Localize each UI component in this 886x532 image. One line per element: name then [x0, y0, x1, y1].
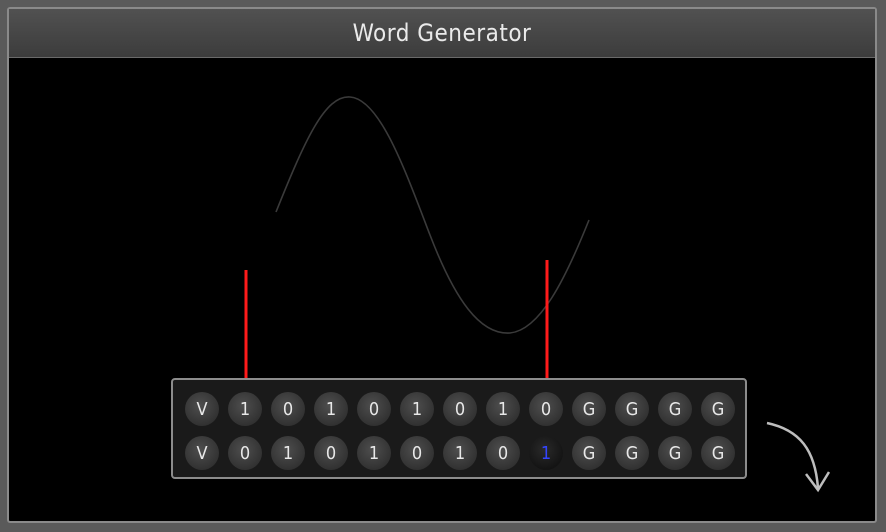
pin-top-11[interactable]: G — [658, 392, 692, 426]
pin-top-4[interactable]: 0 — [357, 392, 391, 426]
pin-bottom-10[interactable]: G — [615, 436, 649, 470]
pin-panel: V10101010GGGG V01010101GGGG — [171, 378, 747, 479]
pin-bottom-3[interactable]: 0 — [314, 436, 348, 470]
pin-bottom-5[interactable]: 0 — [400, 436, 434, 470]
pin-bottom-12[interactable]: G — [701, 436, 735, 470]
pin-bottom-11[interactable]: G — [658, 436, 692, 470]
pin-bottom-8[interactable]: 1 — [529, 436, 563, 470]
pointer-arrow-left — [240, 270, 252, 392]
pin-top-8[interactable]: 0 — [529, 392, 563, 426]
pin-top-7[interactable]: 1 — [486, 392, 520, 426]
sine-wave — [275, 96, 590, 334]
pin-bottom-7[interactable]: 0 — [486, 436, 520, 470]
pin-bottom-9[interactable]: G — [572, 436, 606, 470]
pin-top-3[interactable]: 1 — [314, 392, 348, 426]
pin-bottom-2[interactable]: 1 — [271, 436, 305, 470]
pin-bottom-0[interactable]: V — [185, 436, 219, 470]
pin-bottom-4[interactable]: 1 — [357, 436, 391, 470]
pin-top-5[interactable]: 1 — [400, 392, 434, 426]
curved-arrow-icon[interactable] — [766, 421, 831, 493]
pin-top-9[interactable]: G — [572, 392, 606, 426]
pin-row-top: V10101010GGGG — [185, 392, 735, 426]
pin-top-1[interactable]: 1 — [228, 392, 262, 426]
pin-bottom-6[interactable]: 1 — [443, 436, 477, 470]
pin-top-6[interactable]: 0 — [443, 392, 477, 426]
pin-row-bottom: V01010101GGGG — [185, 436, 735, 470]
pin-top-10[interactable]: G — [615, 392, 649, 426]
pin-top-12[interactable]: G — [701, 392, 735, 426]
pin-top-2[interactable]: 0 — [271, 392, 305, 426]
pin-top-0[interactable]: V — [185, 392, 219, 426]
pin-bottom-1[interactable]: 0 — [228, 436, 262, 470]
